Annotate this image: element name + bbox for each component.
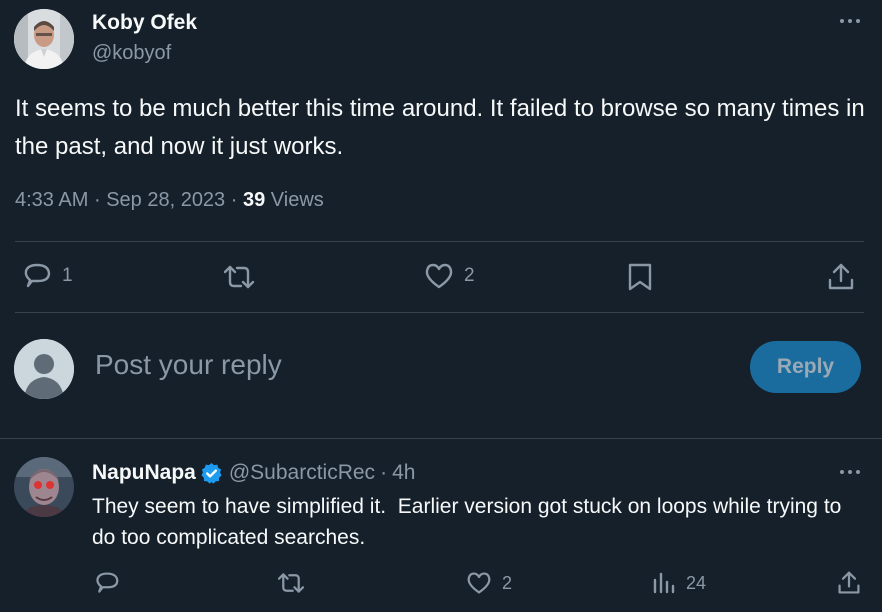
share-icon [827,262,855,292]
author-name[interactable]: Koby Ofek [92,11,197,35]
reply-like-count: 2 [502,572,513,593]
tweet-date[interactable]: Sep 28, 2023 [106,189,225,211]
reply-input[interactable]: Post your reply [95,349,725,381]
bookmark-icon [627,262,653,292]
reply-count: 1 [62,265,73,286]
more-options-icon[interactable] [838,15,862,27]
divider [15,241,864,242]
views-chart-icon [652,571,676,595]
tweet-text: It seems to be much better this time aro… [15,95,865,160]
reply-author-name[interactable]: NapuNapa [92,461,196,485]
reply-author-handle[interactable]: @SubarcticRec [229,461,375,485]
reply-more-options-icon[interactable] [838,466,862,478]
meta-separator: · [93,189,101,211]
tweet-time[interactable]: 4:33 AM [15,189,88,211]
heart-icon [466,571,492,595]
reply-button[interactable]: Reply [750,341,861,393]
reply-views-count: 24 [686,572,707,593]
reply-author-avatar-image [14,457,74,517]
reply-text: They seem to have simplified it. Earlier… [92,495,848,549]
author-handle[interactable]: @kobyof [92,42,171,65]
author-avatar[interactable] [14,9,74,69]
heart-icon [424,262,454,290]
repost-action[interactable] [222,263,256,291]
reply-share-action[interactable] [837,570,861,596]
default-avatar-icon [14,339,74,399]
share-action[interactable] [827,262,855,292]
tweet-meta: 4:33 AM · Sep 28, 2023 · 39 Views [15,189,324,212]
current-user-avatar [14,339,74,399]
divider [15,312,864,313]
repost-icon [276,571,306,595]
reply-reply-action[interactable] [94,571,120,595]
views-label: Views [270,189,324,211]
meta-separator: · [230,189,238,211]
repost-icon [222,263,256,291]
section-divider [0,438,882,439]
reply-repost-action[interactable] [276,571,306,595]
views-count: 39 [242,189,266,211]
reply-icon [94,571,120,595]
like-count: 2 [464,265,475,286]
reply-separator: · [380,461,388,484]
reply-time[interactable]: 4h [392,461,415,485]
author-avatar-image [14,9,74,69]
like-action[interactable]: 2 [424,262,475,290]
reply-header: NapuNapa @SubarcticRec · 4h [92,461,415,485]
reply-like-action[interactable]: 2 [466,571,512,595]
reply-action[interactable]: 1 [22,262,73,290]
share-icon [837,570,861,596]
bookmark-action[interactable] [627,262,653,292]
reply-views-action[interactable]: 24 [652,571,706,595]
reply-icon [22,262,52,290]
verified-badge-icon [200,462,223,485]
reply-author-avatar[interactable] [14,457,74,517]
